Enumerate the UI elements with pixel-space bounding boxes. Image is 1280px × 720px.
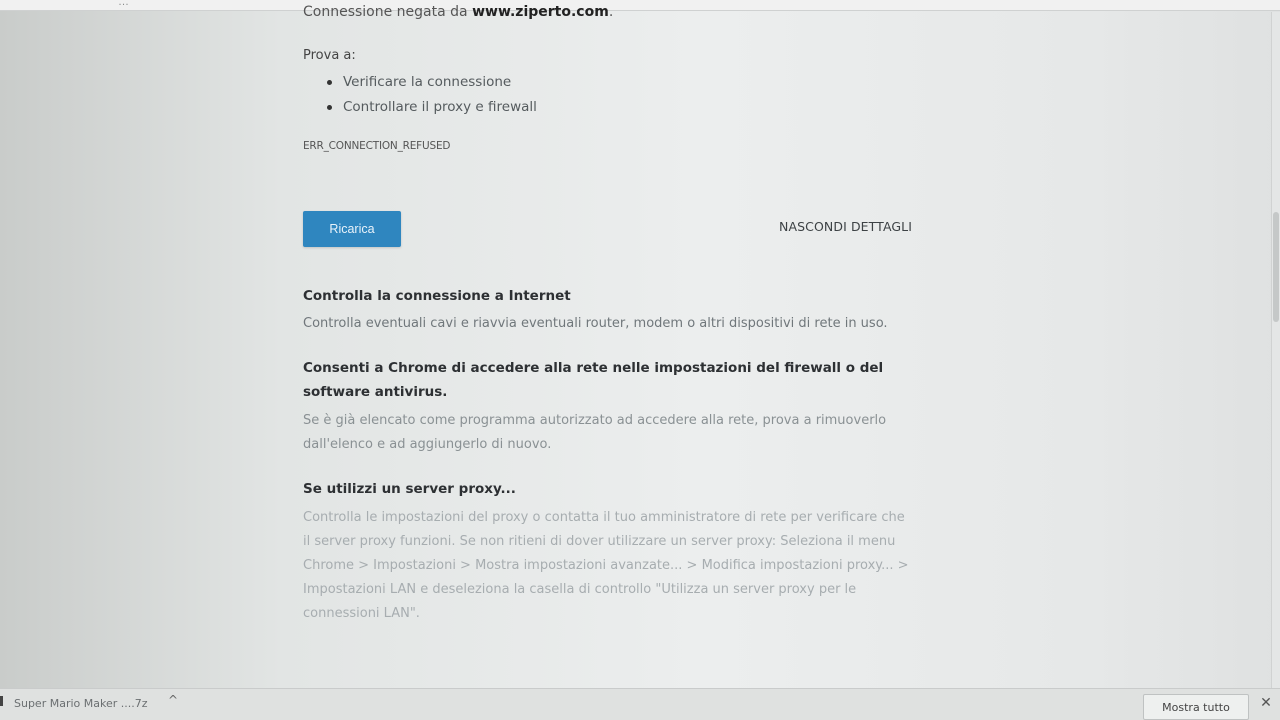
refused-host: www.ziperto.com — [472, 4, 609, 20]
scroll-thumb[interactable] — [1273, 212, 1279, 322]
suggestion-check-connection: Verificare la connessione — [325, 72, 537, 97]
section-title-proxy: Se utilizzi un server proxy... — [303, 481, 516, 497]
hide-details-button[interactable]: NASCONDI DETTAGLI — [779, 219, 912, 234]
browser-top-strip: … — [0, 0, 1280, 11]
download-item[interactable]: Super Mario Maker ....7z — [14, 697, 148, 710]
section-body-proxy: Controlla le impostazioni del proxy o co… — [303, 510, 909, 621]
section-title-check-internet: Controlla la connessione a Internet — [303, 288, 571, 304]
chevron-up-icon[interactable]: ^ — [168, 693, 178, 707]
connection-refused-prefix: Connessione negata da — [303, 4, 473, 20]
error-code: ERR_CONNECTION_REFUSED — [303, 140, 451, 152]
section-body-check-internet: Controlla eventuali cavi e riavvia event… — [303, 316, 888, 331]
page-scrollbar[interactable] — [1271, 12, 1280, 688]
edge-marker — [0, 696, 3, 706]
show-all-button[interactable]: Mostra tutto — [1143, 694, 1249, 720]
suggestions-list: Verificare la connessione Controllare il… — [325, 72, 537, 122]
browser-viewport: … Connessione negata da www.ziperto.com.… — [0, 0, 1280, 720]
close-icon[interactable]: ✕ — [1258, 695, 1274, 711]
tab-hint: … — [118, 0, 129, 8]
connection-refused-message: Connessione negata da www.ziperto.com. — [303, 4, 613, 20]
download-bar: Super Mario Maker ....7z ^ Mostra tutto … — [0, 688, 1280, 720]
suggestion-check-proxy-firewall[interactable]: Controllare il proxy e firewall — [325, 97, 537, 122]
section-body-firewall: Se è già elencato come programma autoriz… — [303, 413, 887, 452]
reload-button[interactable]: Ricarica — [303, 211, 401, 247]
connection-refused-suffix: . — [608, 4, 614, 20]
try-label: Prova a: — [303, 48, 356, 63]
section-title-firewall: Consenti a Chrome di accedere alla rete … — [303, 360, 884, 400]
